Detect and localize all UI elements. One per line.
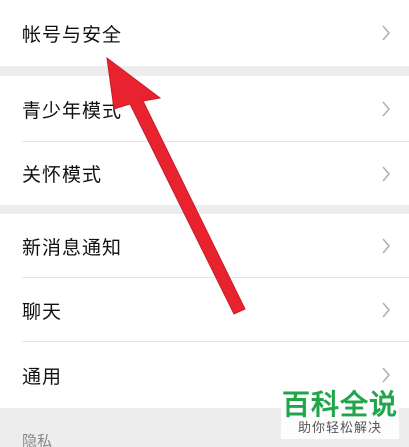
section-header-privacy: 隐私 — [22, 432, 53, 447]
settings-page: 帐号与安全 青少年模式 关怀模式 新消息通知 聊天 通用 隐私 百科全说 助你轻… — [0, 0, 409, 447]
row-chat[interactable]: 聊天 — [0, 278, 409, 342]
settings-group-account: 帐号与安全 — [0, 0, 409, 66]
chevron-right-icon — [382, 302, 391, 318]
row-account-security[interactable]: 帐号与安全 — [0, 0, 409, 66]
row-label: 青少年模式 — [22, 99, 123, 122]
settings-group-general: 新消息通知 聊天 通用 — [0, 214, 409, 408]
row-care-mode[interactable]: 关怀模式 — [0, 142, 409, 205]
chevron-right-icon — [382, 367, 391, 383]
chevron-right-icon — [382, 25, 391, 41]
watermark-subtitle: 助你轻松解决 — [297, 421, 382, 436]
watermark-title: 百科全说 — [281, 388, 398, 421]
row-new-message-notification[interactable]: 新消息通知 — [0, 214, 409, 278]
chevron-right-icon — [382, 101, 391, 117]
row-label: 帐号与安全 — [22, 23, 123, 46]
row-youth-mode[interactable]: 青少年模式 — [0, 76, 409, 142]
settings-group-modes: 青少年模式 关怀模式 — [0, 76, 409, 205]
chevron-right-icon — [382, 238, 391, 254]
row-label: 新消息通知 — [22, 236, 123, 259]
row-label: 通用 — [22, 365, 63, 388]
chevron-right-icon — [382, 165, 391, 182]
row-label: 聊天 — [22, 300, 63, 323]
row-label: 关怀模式 — [22, 164, 103, 186]
watermark-logo: 百科全说 助你轻松解决 — [281, 387, 399, 439]
